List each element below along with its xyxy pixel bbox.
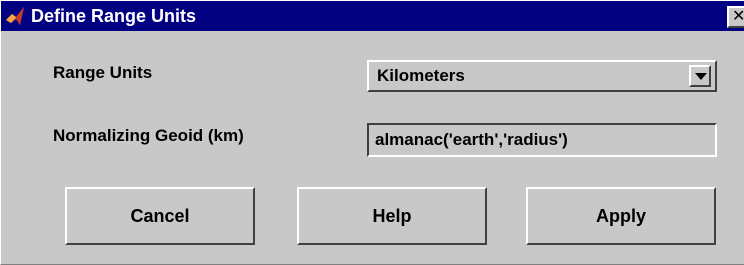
title-bar[interactable]: Define Range Units ✕ [1, 1, 744, 31]
normalizing-geoid-input[interactable] [367, 123, 717, 157]
close-button[interactable]: ✕ [727, 6, 744, 28]
dialog-window: Define Range Units ✕ Range Units Kilomet… [0, 0, 744, 265]
dropdown-arrow-button[interactable] [689, 65, 711, 87]
help-button[interactable]: Help [297, 187, 487, 245]
close-icon: ✕ [732, 8, 744, 25]
chevron-down-icon [695, 73, 707, 80]
range-units-selected-value: Kilometers [377, 66, 465, 85]
normalizing-geoid-label: Normalizing Geoid (km) [53, 126, 244, 145]
range-units-label: Range Units [53, 63, 153, 82]
matlab-logo-icon [5, 6, 25, 26]
window-title: Define Range Units [31, 6, 197, 26]
apply-button[interactable]: Apply [526, 187, 716, 245]
range-units-dropdown[interactable]: Kilometers [367, 60, 717, 92]
cancel-button[interactable]: Cancel [65, 187, 255, 245]
